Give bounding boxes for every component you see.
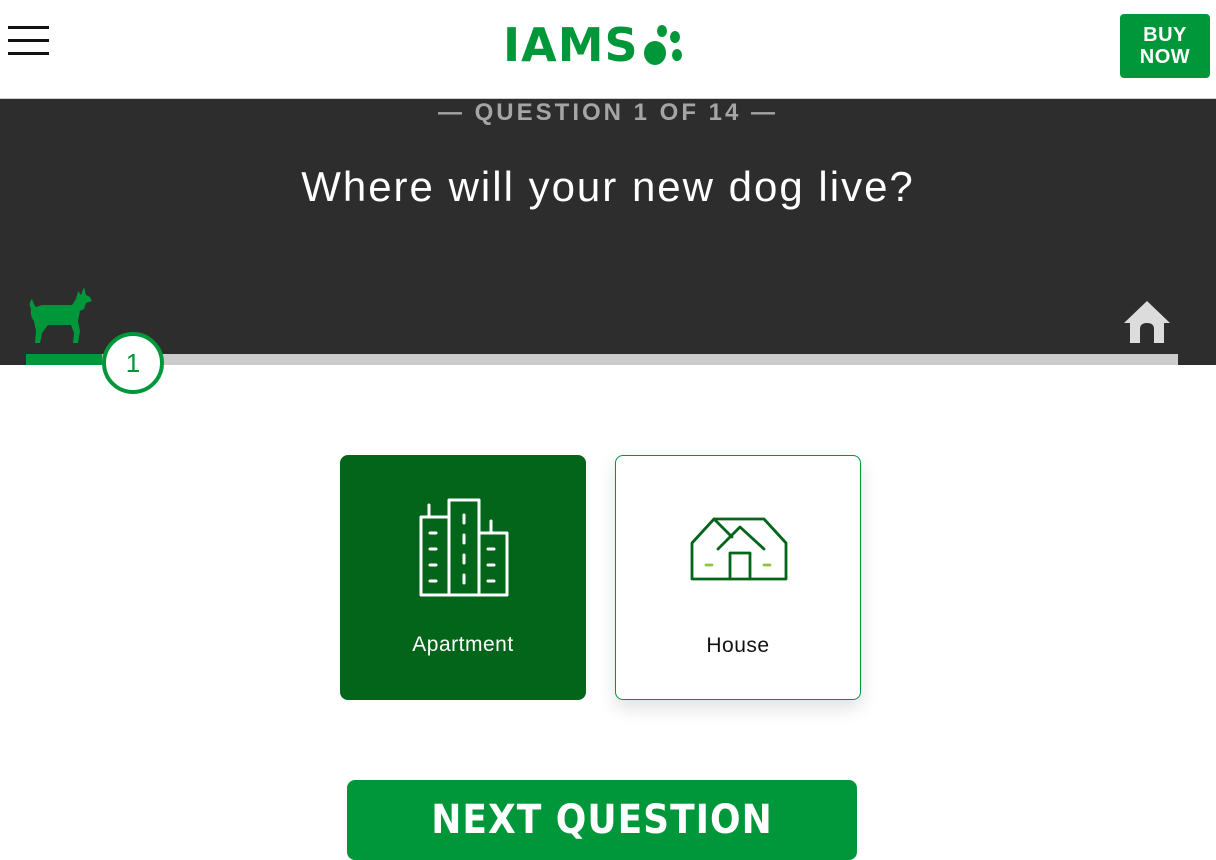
iams-logo[interactable]: IAMS — [503, 22, 687, 68]
question-title: Where will your new dog live? — [301, 163, 915, 210]
question-counter: — QUESTION 1 OF 14 — — [437, 99, 779, 126]
option-house[interactable]: House — [615, 455, 861, 700]
progress-track — [26, 354, 1178, 365]
paw-icon — [643, 25, 682, 65]
menu-icon[interactable] — [8, 24, 50, 56]
progress-step-indicator: 1 — [102, 332, 164, 394]
house-icon — [690, 517, 788, 581]
option-label: House — [706, 634, 770, 657]
home-icon — [1124, 301, 1170, 343]
next-question-button[interactable]: NEXT QUESTION — [347, 780, 857, 860]
buy-now-button[interactable]: BUY NOW — [1120, 14, 1210, 78]
site-header: IAMS BUY NOW — [0, 0, 1216, 99]
option-label: Apartment — [412, 633, 514, 656]
option-apartment[interactable]: Apartment — [340, 455, 586, 700]
progress-fill — [26, 354, 103, 365]
apartment-buildings-icon — [419, 498, 509, 597]
logo-text: IAMS — [503, 18, 639, 72]
question-banner: — QUESTION 1 OF 14 — Where will your new… — [0, 99, 1216, 365]
dog-icon — [29, 287, 92, 343]
